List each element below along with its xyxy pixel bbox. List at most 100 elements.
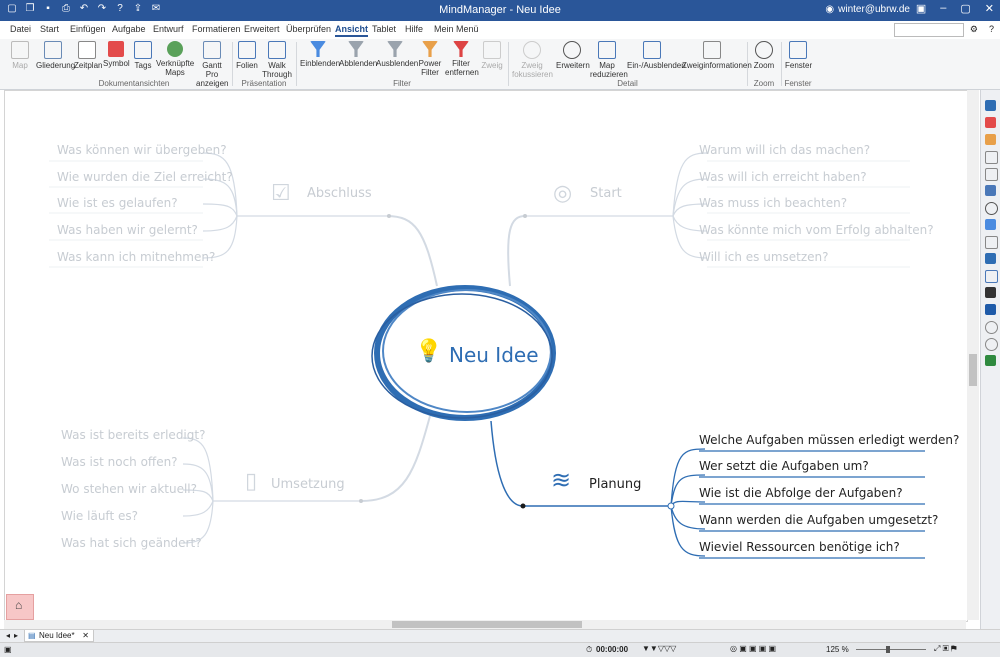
topic-item[interactable]: Was ist noch offen? [61,455,178,469]
topic-item[interactable]: Wie ist die Abfolge der Aufgaben? [699,486,903,500]
format-icon[interactable] [985,253,996,264]
walk-through-button[interactable]: Walk Through [262,41,292,79]
tab-scroll-right-icon[interactable]: ▸ [14,631,18,640]
maximize-icon[interactable]: ▢ [960,2,970,15]
filter-icon: ⌂ [15,598,23,612]
tab-hilfe[interactable]: Hilfe [405,24,423,34]
vertical-scrollbar[interactable] [967,90,979,620]
topic-item[interactable]: Was kann ich mitnehmen? [57,250,215,264]
zweig-button[interactable]: Zweig [480,41,504,70]
resources-icon[interactable] [985,151,998,164]
branch-start[interactable]: Start [590,186,622,201]
topic-item[interactable]: Welche Aufgaben müssen erledigt werden? [699,433,959,447]
user-account[interactable]: ◉ winter@ubrw.de [825,4,910,15]
branch-umsetzung[interactable]: Umsetzung [271,477,345,492]
zweiginformationen-button[interactable]: Zweiginformationen [682,41,752,70]
map-button[interactable]: Map [8,41,32,70]
topic-item[interactable]: Will ich es umsetzen? [699,250,829,264]
map-reduzieren-button[interactable]: Map reduzieren [590,41,628,79]
close-icon[interactable]: ✕ [985,2,994,15]
zweig-fokussieren-button[interactable]: Zweig fokussieren [512,41,553,79]
verknuepfte-maps-button[interactable]: Verknüpfte Maps [156,41,194,77]
library-icon[interactable] [985,100,996,111]
topic-item[interactable]: Wie wurden die Ziel erreicht? [57,170,233,184]
topic-item[interactable]: Was könnte mich vom Erfolg abhalten? [699,223,934,237]
tab-formatieren[interactable]: Formatieren [192,24,241,34]
help-icon[interactable]: ? [989,24,994,34]
tab-entwurf[interactable]: Entwurf [153,24,184,34]
tab-mein-menue[interactable]: Mein Menü [434,24,479,34]
vertical-scroll-thumb[interactable] [969,354,977,386]
symbol-button[interactable]: Symbol [103,41,130,68]
erweitern-button[interactable]: Erweitern [556,41,590,70]
horizontal-scroll-thumb[interactable] [392,621,582,628]
checklist-icon: ☑ [271,181,291,206]
filter-status-icon[interactable]: ▼▼▽▽▽ [642,644,676,653]
calendar-icon[interactable] [985,134,996,145]
branch-abschluss[interactable]: Abschluss [307,186,372,201]
properties-icon[interactable] [985,236,998,249]
fit-map-icon[interactable]: ⤢ ▣ ⚑ [934,644,957,654]
abblenden-button[interactable]: Abblenden [339,41,377,68]
horizontal-scrollbar[interactable] [4,620,966,629]
outlook-icon[interactable] [985,304,996,315]
ausblenden-button[interactable]: Ausblenden [376,41,418,68]
map-canvas[interactable]: 💡 Neu Idee ☑ Abschluss Was können wir üb… [4,90,968,622]
map-parts-icon[interactable] [985,185,996,196]
zoom-slider-thumb[interactable] [886,646,890,653]
topic-item[interactable]: Was ist bereits erledigt? [61,428,205,442]
topic-item[interactable]: Warum will ich das machen? [699,143,870,157]
tab-aufgabe[interactable]: Aufgabe [112,24,146,34]
tab-ueberpruefen[interactable]: Überprüfen [286,24,331,34]
share-icon[interactable] [985,168,998,181]
topic-item[interactable]: Was können wir übergeben? [57,143,227,157]
outline-pane-icon[interactable] [985,287,996,298]
markers-icon[interactable] [985,117,996,128]
gliederung-button[interactable]: Gliederung [36,41,75,70]
browser-icon[interactable] [985,321,998,334]
filter-indicator[interactable]: ⌂ [6,594,34,620]
settings-icon[interactable]: ⚙ [970,24,978,35]
view-status-icon[interactable]: ◎ ▣ ▣ ▣ ▣ [730,644,776,653]
close-tab-icon[interactable]: ✕ [82,630,89,642]
folien-button[interactable]: Folien [236,41,258,70]
tab-start[interactable]: Start [40,24,59,34]
topic-item[interactable]: Wieviel Ressourcen benötige ich? [699,540,900,554]
status-bar: ▣ ⏱ 00:00:00 ▼▼▽▽▽ ◎ ▣ ▣ ▣ ▣ 125 % ⤢ ▣ ⚑ [0,642,1000,657]
topic-item[interactable]: Wer setzt die Aufgaben um? [699,459,869,473]
tab-ansicht[interactable]: Ansicht [335,24,369,37]
ribbon-options-icon[interactable]: ▣ [916,2,926,15]
excel-icon[interactable] [985,355,996,366]
layers-icon[interactable] [985,270,998,283]
topic-item[interactable]: Wo stehen wir aktuell? [61,482,197,496]
fenster-button[interactable]: Fenster [785,41,812,70]
lightbulb-icon[interactable] [985,338,998,351]
topic-item[interactable]: Was muss ich beachten? [699,196,847,210]
tab-scroll-left-icon[interactable]: ◂ [6,631,10,640]
topic-item[interactable]: Wie ist es gelaufen? [57,196,178,210]
branch-planung[interactable]: Planung [589,477,641,492]
topic-item[interactable]: Wann werden die Aufgaben umgesetzt? [699,513,938,527]
topic-item[interactable]: Was hat sich geändert? [61,536,202,550]
filter-entfernen-button[interactable]: Filter entfernen [445,41,479,77]
tags-button[interactable]: Tags [132,41,154,70]
minimize-icon[interactable]: – [940,2,946,15]
zoom-slider[interactable] [856,649,926,650]
search-icon[interactable] [985,202,998,215]
document-tab-neu-idee[interactable]: ▤ Neu Idee* ✕ [24,630,94,642]
ein-ausblenden-button[interactable]: Ein-/Ausblenden [627,41,686,70]
einblenden-button[interactable]: Einblenden [300,41,340,68]
zoom-button[interactable]: Zoom [752,41,776,70]
tab-einfuegen[interactable]: Einfügen [70,24,106,34]
notes-icon[interactable] [985,219,996,230]
search-input[interactable] [894,23,964,37]
tab-datei[interactable]: Datei [10,24,31,34]
topic-item[interactable]: Was haben wir gelernt? [57,223,198,237]
topic-item[interactable]: Was will ich erreicht haben? [699,170,867,184]
tab-tablet[interactable]: Tablet [372,24,396,34]
power-filter-button[interactable]: Power Filter [417,41,443,77]
central-topic[interactable]: Neu Idee [449,343,539,367]
topic-item[interactable]: Wie läuft es? [61,509,138,523]
zeitplan-button[interactable]: Zeitplan [74,41,102,70]
tab-erweitert[interactable]: Erweitert [244,24,280,34]
